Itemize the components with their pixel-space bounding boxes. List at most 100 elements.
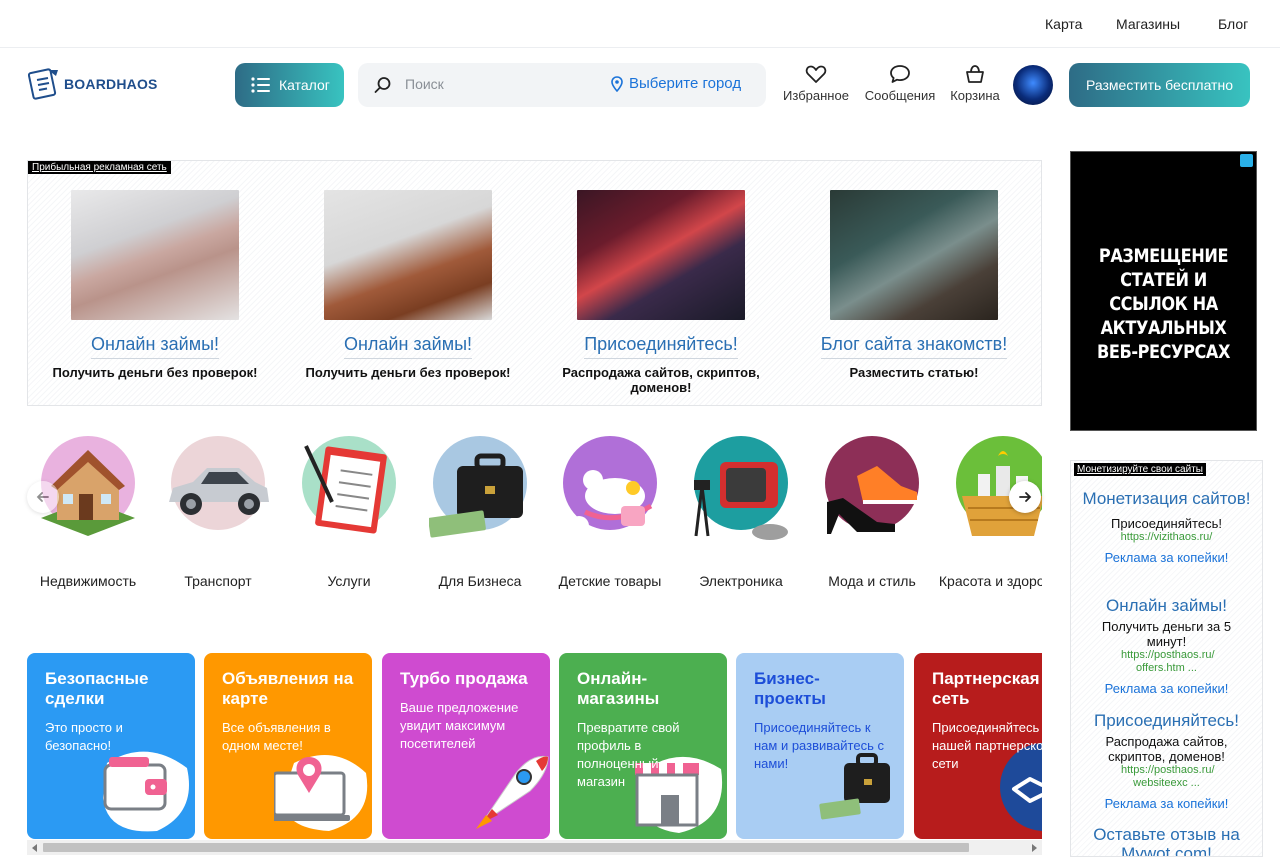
ad-network-tag[interactable]: Прибыльная рекламная сеть (28, 161, 171, 174)
messages-button[interactable]: Сообщения (862, 64, 938, 103)
ad-desc: Разместить статью! (849, 365, 979, 380)
tile-desc: Все объявления в одном месте! (222, 720, 331, 753)
carousel-prev-button[interactable] (27, 481, 59, 513)
tile-map-ads[interactable]: Объявления на карте Все объявления в одн… (204, 653, 372, 839)
ad-desc: Распродажа сайтов, скриптов, доменов! (562, 365, 760, 395)
category-item[interactable]: Услуги (284, 430, 414, 592)
wallet-icon (103, 751, 189, 832)
banner-text: РАЗМЕЩЕНИЕ СТАТЕЙ И ССЫЛОК НА АКТУАЛЬНЫХ… (1096, 245, 1231, 363)
ad-item[interactable]: Онлайн займы! Получить деньги без провер… (288, 190, 528, 380)
scroll-left-icon[interactable] (30, 843, 40, 853)
sidebar-ad-link[interactable]: Реклама за копейки! (1071, 796, 1262, 811)
arrow-right-icon (1019, 492, 1032, 502)
nav-link-shops[interactable]: Магазины (1116, 16, 1180, 32)
ad-title[interactable]: Онлайн займы! (90, 334, 220, 359)
site-header: BOARDHAOS Каталог Поиск Выберите город И… (0, 48, 1280, 128)
catalog-button[interactable]: Каталог (235, 63, 344, 107)
ad-desc: Получить деньги без проверок! (52, 365, 258, 380)
tile-partner-network[interactable]: Партнерская сеть Присоединяйтесь к нашей… (914, 653, 1042, 839)
logo-icon (28, 68, 58, 100)
ad-item[interactable]: Онлайн займы! Получить деньги без провер… (35, 190, 275, 380)
ad-image-laptop-ux[interactable] (577, 190, 745, 320)
tile-safe-deals[interactable]: Безопасные сделки Это просто и безопасно… (27, 653, 195, 839)
tile-title: Объявления на карте (222, 669, 354, 708)
catalog-label: Каталог (279, 77, 330, 93)
briefcase-icon (429, 436, 527, 538)
carousel-next-button[interactable] (1009, 481, 1041, 513)
sidebar-ad-url[interactable]: https://posthaos.ru/ offers.htm ... (1071, 649, 1262, 675)
search-bar[interactable]: Поиск Выберите город (358, 63, 766, 107)
rocket-icon (476, 755, 549, 829)
ad-desc: Получить деньги без проверок! (305, 365, 511, 380)
tile-online-shops[interactable]: Онлайн-магазины Превратите свой профиль … (559, 653, 727, 839)
city-label: Выберите город (629, 75, 742, 92)
favorites-button[interactable]: Избранное (780, 64, 852, 103)
category-label: Электроника (699, 573, 783, 589)
category-item[interactable]: Для Бизнеса (415, 430, 545, 592)
sidebar-ad[interactable]: Монетизация сайтов! Присоединяйтесь! htt… (1071, 489, 1262, 565)
ad-info-icon[interactable] (1240, 154, 1253, 167)
category-item[interactable]: Транспорт (153, 430, 283, 592)
sidebar-ad-link[interactable]: Реклама за копейки! (1071, 681, 1262, 696)
monetize-sidebar: Монетизируйте свои сайты Монетизация сай… (1070, 460, 1263, 857)
shoes-icon (825, 436, 919, 534)
tile-turbo-sale[interactable]: Турбо продажа Ваше предложение увидит ма… (382, 653, 550, 839)
sidebar-ad-title[interactable]: Оставьте отзыв на Mywot.com! (1071, 825, 1262, 856)
sidebar-ad-url[interactable]: https://posthaos.ru/ websiteexc ... (1071, 764, 1262, 790)
sidebar-ad-title[interactable]: Присоединяйтесь! (1071, 711, 1262, 730)
scrollbar-thumb[interactable] (43, 843, 969, 852)
site-logo[interactable]: BOARDHAOS (28, 66, 158, 104)
sidebar-ad[interactable]: Онлайн займы! Получить деньги за 5 минут… (1071, 596, 1262, 696)
menu-list-icon (251, 77, 270, 93)
category-label: Транспорт (184, 573, 252, 589)
favorites-label: Избранное (783, 88, 849, 103)
cart-button[interactable]: Корзина (946, 64, 1004, 103)
user-avatar[interactable] (1013, 65, 1053, 105)
cart-label: Корзина (950, 88, 1000, 103)
ad-item[interactable]: Присоединяйтесь! Распродажа сайтов, скри… (541, 190, 781, 395)
tile-desc: Присоединяйтесь к нам и развивайтесь с н… (754, 720, 884, 771)
category-label: Детские товары (558, 573, 662, 589)
scroll-right-icon[interactable] (1029, 843, 1039, 853)
sidebar-ad[interactable]: Присоединяйтесь! Распродажа сайтов, скри… (1071, 711, 1262, 811)
sidebar-ad-desc: Присоединяйтесь! (1111, 516, 1222, 531)
ad-image-money[interactable] (71, 190, 239, 320)
clipboard-icon (302, 436, 396, 534)
city-selector[interactable]: Выберите город (611, 75, 741, 92)
category-label: Мода и стиль (828, 573, 916, 589)
ad-image-wallet[interactable] (324, 190, 492, 320)
ad-title[interactable]: Онлайн займы! (343, 334, 473, 359)
horizontal-scrollbar[interactable] (27, 840, 1042, 855)
search-icon (374, 77, 391, 93)
toys-icon (563, 436, 657, 536)
category-item[interactable]: Мода и стиль (807, 430, 937, 592)
logo-text: BOARDHAOS (64, 76, 158, 92)
tile-desc: Присоединяйтесь к нашей партнерской сети (932, 720, 1042, 771)
ad-title[interactable]: Присоединяйтесь! (584, 334, 738, 359)
promo-banner[interactable]: РАЗМЕЩЕНИЕ СТАТЕЙ И ССЫЛОК НА АКТУАЛЬНЫХ… (1070, 151, 1257, 431)
feature-tiles: Безопасные сделки Это просто и безопасно… (27, 653, 1042, 839)
nav-link-map[interactable]: Карта (1045, 16, 1082, 32)
sidebar-ad-desc: Получить деньги за 5 минут! (1101, 619, 1232, 649)
tile-title: Турбо продажа (400, 669, 528, 688)
category-item[interactable]: Электроника (676, 430, 806, 592)
sidebar-tag[interactable]: Монетизируйте свои сайты (1074, 463, 1206, 476)
category-item[interactable]: Детские товары (545, 430, 675, 592)
tile-business-projects[interactable]: Бизнес-проекты Присоединяйтесь к нам и р… (736, 653, 904, 839)
ad-item[interactable]: Блог сайта знакомств! Разместить статью! (794, 190, 1034, 380)
tile-desc: Ваше предложение увидит максимум посетит… (400, 700, 519, 751)
sidebar-ad-title[interactable]: Онлайн займы! (1071, 596, 1262, 615)
ad-network-box: Прибыльная рекламная сеть Онлайн займы! … (27, 160, 1042, 406)
sidebar-ad-title[interactable]: Монетизация сайтов! (1071, 489, 1262, 508)
sidebar-ad[interactable]: Оставьте отзыв на Mywot.com! (1071, 825, 1262, 856)
sidebar-ad-url[interactable]: https://vizithaos.ru/ (1071, 531, 1262, 544)
category-label: Услуги (327, 573, 371, 589)
ad-image-typing[interactable] (830, 190, 998, 320)
location-pin-icon (611, 75, 623, 92)
search-input[interactable]: Поиск (405, 76, 444, 92)
sidebar-ad-link[interactable]: Реклама за копейки! (1071, 550, 1262, 565)
nav-link-blog[interactable]: Блог (1218, 16, 1248, 32)
house-icon (41, 436, 135, 536)
ad-title[interactable]: Блог сайта знакомств! (820, 334, 1008, 359)
post-free-button[interactable]: Разместить бесплатно (1069, 63, 1250, 107)
